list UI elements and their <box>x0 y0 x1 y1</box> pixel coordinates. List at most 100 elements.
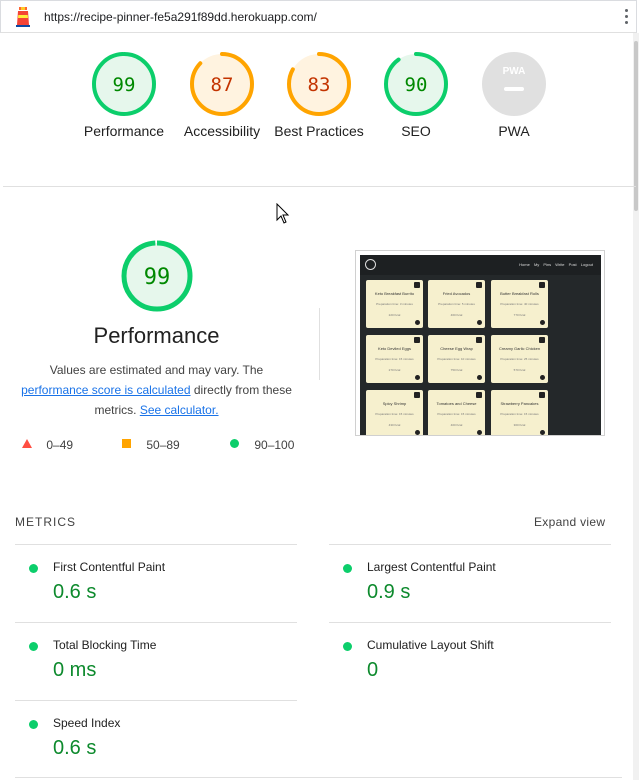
gauge-score: 99 <box>113 74 136 96</box>
metric-value: 0 <box>367 659 379 681</box>
screenshot-recipe-card: Spicy Shrimp Preparation time: 15 minutes… <box>366 390 423 435</box>
card-title: Fried Avocados <box>442 291 471 296</box>
metric-value: 0.9 s <box>367 581 411 603</box>
card-meta: Preparation time: 10 minutes <box>437 357 476 361</box>
legend-fail: 0–49 <box>21 438 73 452</box>
card-dot-icon <box>540 375 545 380</box>
metric-name: Speed Index <box>53 716 121 730</box>
card-kcal: 300 Kcal <box>513 423 526 427</box>
card-kcal: 220 Kcal <box>388 313 401 317</box>
gauge-best-practices[interactable]: 83 Best Practices <box>269 52 369 141</box>
card-meta: Preparation time: 25 minutes <box>500 357 539 361</box>
metric-value: 0.6 s <box>53 737 97 759</box>
metric-name: Cumulative Layout Shift <box>367 638 494 652</box>
screenshot-recipe-card: Tomatoes and Cheese Preparation time: 15 … <box>428 390 485 435</box>
gauge-score: 87 <box>211 74 234 96</box>
screenshot-recipe-card: Keto Deviled Eggs Preparation time: 15 mi… <box>366 335 423 383</box>
pin-icon <box>476 282 482 288</box>
card-meta: Preparation time: 15 minutes <box>500 412 539 416</box>
metric-name: First Contentful Paint <box>53 560 166 574</box>
performance-gauge-large: 99 <box>120 239 194 313</box>
card-meta: Preparation time: 15 minutes <box>437 412 476 416</box>
metric-value: 0.6 s <box>53 581 97 603</box>
pass-circle-icon <box>29 720 38 729</box>
card-kcal: 750 Kcal <box>450 368 463 372</box>
pin-icon <box>476 337 482 343</box>
card-title: Cheese Egg Wrap <box>440 346 473 351</box>
gauge-seo[interactable]: 90 SEO <box>366 52 466 141</box>
card-title: Tomatoes and Cheese <box>436 401 477 406</box>
card-dot-icon <box>540 320 545 325</box>
metric-speed-index: Speed Index 0.6 s <box>15 700 297 779</box>
page-url[interactable]: https://recipe-pinner-fe5a291f89dd.herok… <box>44 10 317 24</box>
card-title: Keto Breakfast Burrito <box>374 291 415 296</box>
card-kcal: 270 Kcal <box>388 368 401 372</box>
card-dot-icon <box>415 430 420 435</box>
metric-first-contentful-paint: First Contentful Paint 0.6 s <box>15 544 297 623</box>
pin-icon <box>476 392 482 398</box>
cursor-icon <box>276 203 290 224</box>
divider <box>15 777 622 778</box>
screenshot-recipe-card: Creamy Garlic Chicken Preparation time: 2… <box>491 335 548 383</box>
gauge-pwa[interactable]: PWA PWA <box>464 52 564 141</box>
scrollbar[interactable] <box>633 33 639 780</box>
final-screenshot[interactable]: Home My Pins Write Post Logout Keto Brea… <box>355 250 605 436</box>
pass-circle-icon <box>29 642 38 651</box>
card-dot-icon <box>415 375 420 380</box>
pin-icon <box>539 392 545 398</box>
screenshot-nav-links: Home My Pins Write Post Logout <box>519 262 593 267</box>
card-dot-icon <box>477 375 482 380</box>
pwa-icon: PWA <box>482 52 546 116</box>
card-kcal: 770 Kcal <box>513 313 526 317</box>
desc-text-1: Values are estimated and may vary. The <box>49 363 264 377</box>
screenshot-recipe-card: Cheese Egg Wrap Preparation time: 10 minu… <box>428 335 485 383</box>
screenshot-recipe-card: Butter Breakfast Rolls Preparation time: … <box>491 280 548 328</box>
gauge-accessibility[interactable]: 87 Accessibility <box>172 52 272 141</box>
pass-circle-icon <box>29 564 38 573</box>
legend-pass: 90–100 <box>229 438 294 452</box>
screenshot-recipe-card: Fried Avocados Preparation time: 5 minute… <box>428 280 485 328</box>
screenshot-recipe-card: Strawberry Pancakes Preparation time: 15 … <box>491 390 548 435</box>
card-kcal: 430 Kcal <box>388 423 401 427</box>
card-meta: Preparation time: 15 minutes <box>375 357 414 361</box>
url-bar: https://recipe-pinner-fe5a291f89dd.herok… <box>0 0 637 33</box>
card-dot-icon <box>415 320 420 325</box>
gauge-label: Accessibility <box>183 123 261 139</box>
performance-score-large: 99 <box>144 265 171 290</box>
card-kcal: 460 Kcal <box>450 313 463 317</box>
divider <box>3 186 636 187</box>
card-title: Butter Breakfast Rolls <box>500 291 539 296</box>
card-title: Spicy Shrimp <box>382 401 407 406</box>
card-meta: Preparation time: 15 minutes <box>375 412 414 416</box>
gauge-label: Performance <box>83 123 165 139</box>
metrics-heading: METRICS <box>15 515 76 529</box>
card-title: Creamy Garlic Chicken <box>498 346 541 351</box>
square-icon <box>122 439 131 448</box>
card-kcal: 400 Kcal <box>450 423 463 427</box>
card-dot-icon <box>477 430 482 435</box>
performance-title: Performance <box>93 323 220 348</box>
metric-name: Total Blocking Time <box>53 638 157 652</box>
gauge-performance[interactable]: 99 Performance <box>74 52 174 141</box>
vertical-divider <box>319 308 320 380</box>
see-calculator-link[interactable]: See calculator. <box>140 403 219 417</box>
legend-fail-range: 0–49 <box>46 438 74 452</box>
card-meta: Preparation time: 40 minutes <box>500 302 539 306</box>
pass-circle-icon <box>343 564 352 573</box>
more-options-icon[interactable] <box>622 9 630 27</box>
pin-icon <box>539 337 545 343</box>
metric-largest-contentful-paint: Largest Contentful Paint 0.9 s <box>329 544 611 623</box>
lighthouse-icon <box>13 6 33 33</box>
pin-icon <box>414 337 420 343</box>
metric-total-blocking-time: Total Blocking Time 0 ms <box>15 622 297 701</box>
expand-view-button[interactable]: Expand view <box>534 515 605 529</box>
metric-cumulative-layout-shift: Cumulative Layout Shift 0 <box>329 622 611 701</box>
card-title: Keto Deviled Eggs <box>378 346 411 351</box>
pin-icon <box>414 282 420 288</box>
gauge-score: 83 <box>308 74 331 96</box>
gauge-label: Best Practices <box>274 123 364 139</box>
score-calculated-link[interactable]: performance score is calculated <box>21 383 190 397</box>
gauge-label: SEO <box>401 123 431 139</box>
pin-icon <box>539 282 545 288</box>
screenshot-navbar: Home My Pins Write Post Logout <box>360 255 601 275</box>
